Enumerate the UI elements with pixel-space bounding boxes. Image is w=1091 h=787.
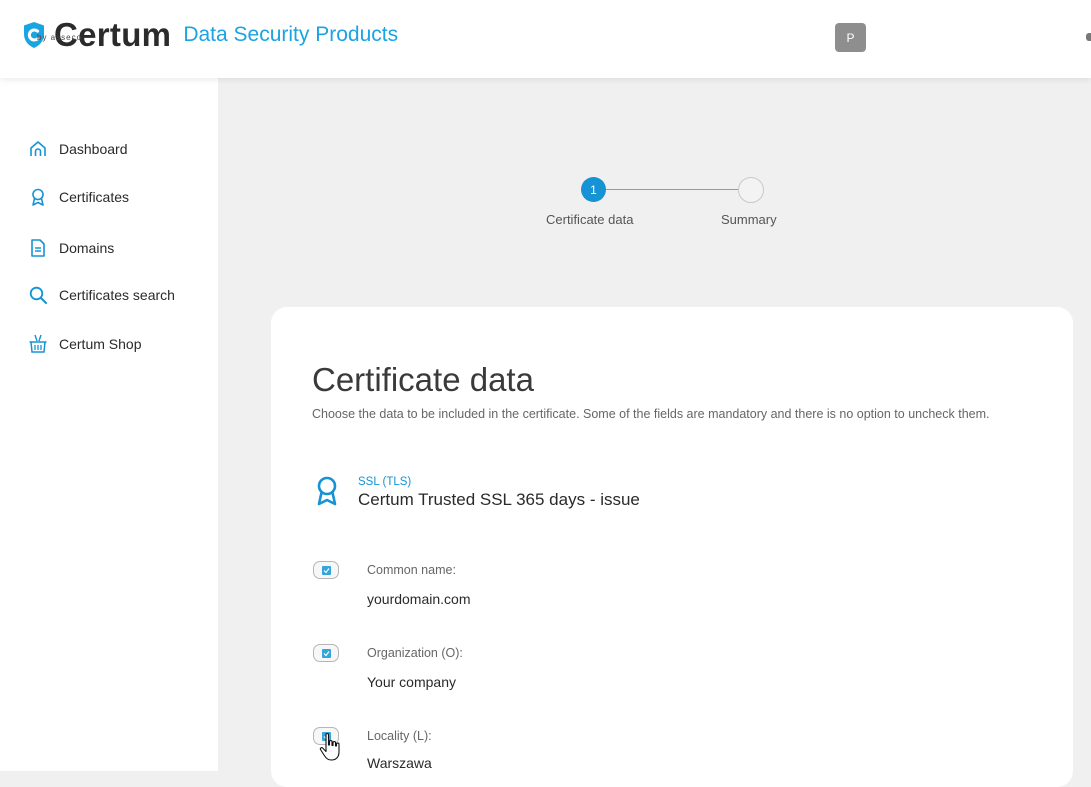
check-icon bbox=[321, 648, 331, 658]
organization-checkbox[interactable] bbox=[313, 644, 339, 662]
step-2-label: Summary bbox=[721, 212, 777, 227]
basket-icon bbox=[29, 334, 47, 353]
edge-indicator bbox=[1086, 33, 1091, 41]
sidebar-item-domains[interactable]: Domains bbox=[28, 236, 114, 260]
check-icon bbox=[321, 565, 331, 575]
sidebar bbox=[0, 78, 218, 771]
organization-value: Your company bbox=[367, 674, 456, 690]
hand-cursor-icon bbox=[319, 732, 340, 761]
locality-label: Locality (L): bbox=[367, 729, 432, 743]
stepper-connector bbox=[606, 189, 738, 190]
product-line: Data Security Products bbox=[183, 23, 399, 46]
document-icon bbox=[31, 239, 45, 257]
common-name-value: yourdomain.com bbox=[367, 591, 471, 607]
step-1-label: Certificate data bbox=[546, 212, 634, 227]
product-name: Certum Trusted SSL 365 days - issue bbox=[358, 490, 640, 509]
brand-subtitle: by asseco bbox=[37, 33, 83, 42]
sidebar-item-certificates[interactable]: Certificates bbox=[28, 185, 129, 209]
sidebar-item-dashboard[interactable]: Dashboard bbox=[28, 137, 128, 161]
organization-label: Organization (O): bbox=[367, 646, 463, 660]
step-2-indicator bbox=[738, 177, 764, 203]
common-name-label: Common name: bbox=[367, 563, 456, 577]
sidebar-item-label: Domains bbox=[59, 240, 115, 256]
sidebar-item-label: Dashboard bbox=[59, 141, 128, 157]
common-name-checkbox[interactable] bbox=[313, 561, 339, 579]
sidebar-item-label: Certificates search bbox=[59, 287, 175, 303]
product-type: SSL (TLS) bbox=[358, 476, 412, 488]
certificate-ribbon-icon bbox=[317, 476, 337, 506]
sidebar-item-label: Certum Shop bbox=[59, 336, 142, 352]
avatar[interactable]: P bbox=[835, 23, 866, 52]
ribbon-icon bbox=[32, 188, 44, 206]
page-description: Choose the data to be included in the ce… bbox=[312, 407, 990, 421]
step-1-indicator: 1 bbox=[581, 177, 606, 202]
page-title: Certificate data bbox=[312, 361, 534, 398]
locality-value: Warszawa bbox=[367, 755, 432, 771]
sidebar-item-certificates-search[interactable]: Certificates search bbox=[28, 283, 175, 307]
sidebar-item-label: Certificates bbox=[59, 189, 130, 205]
search-icon bbox=[29, 286, 47, 304]
sidebar-item-certum-shop[interactable]: Certum Shop bbox=[28, 332, 141, 356]
home-icon bbox=[30, 141, 46, 156]
top-bar: Certum Data Security Products by asseco … bbox=[0, 0, 1091, 78]
